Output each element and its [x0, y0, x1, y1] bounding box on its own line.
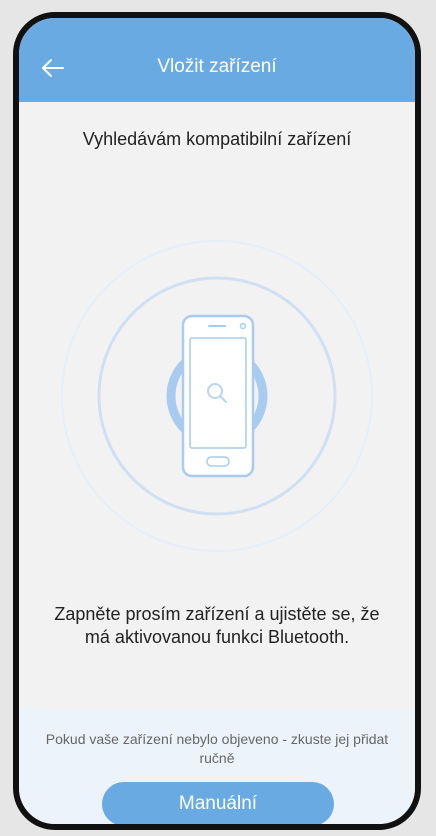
phone-frame: Vložit zařízení Vyhledávám kompatibilní …	[13, 12, 421, 830]
app-header: Vložit zařízení	[19, 18, 415, 102]
page-title: Vložit zařízení	[157, 56, 277, 77]
manual-button[interactable]: Manuální	[102, 782, 334, 824]
scanning-illustration	[19, 228, 415, 558]
scanning-status-text: Vyhledávám kompatibilní zařízení	[82, 129, 352, 149]
smartphone-icon	[181, 314, 255, 478]
footer-note: Pokud vaše zařízení nebylo objeveno - zk…	[45, 731, 389, 766]
footer-panel: Pokud vaše zařízení nebylo objeveno - zk…	[19, 708, 415, 824]
instruction-text: Zapněte prosím zařízení a ujistěte se, ž…	[54, 604, 380, 647]
